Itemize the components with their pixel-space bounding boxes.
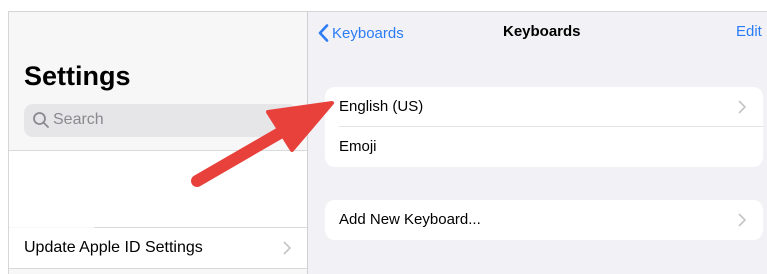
add-new-keyboard-label: Add New Keyboard...	[339, 211, 481, 228]
edit-button[interactable]: Edit	[736, 23, 762, 40]
keyboard-item-label: English (US)	[339, 98, 424, 115]
sidebar-item-update-apple-id[interactable]: Update Apple ID Settings	[9, 228, 307, 268]
sidebar-item-label: Update Apple ID Settings	[24, 239, 203, 256]
chevron-left-icon	[318, 24, 329, 42]
back-button[interactable]: Keyboards	[318, 22, 404, 44]
add-new-keyboard-button[interactable]: Add New Keyboard...	[325, 200, 763, 240]
search-icon	[33, 112, 49, 128]
chevron-right-icon	[283, 241, 291, 255]
sidebar-blank-area	[9, 151, 307, 227]
keyboards-list: English (US) Emoji	[325, 87, 763, 167]
sidebar: Settings Search Update Apple ID Settings	[9, 12, 307, 274]
sidebar-divider	[9, 268, 307, 269]
microphone-icon[interactable]	[280, 111, 292, 130]
search-placeholder: Search	[53, 111, 104, 128]
keyboard-item-label: Emoji	[339, 138, 377, 155]
chevron-right-icon	[738, 100, 746, 114]
keyboard-item-english-us[interactable]: English (US)	[325, 87, 763, 127]
search-input[interactable]: Search	[24, 104, 297, 137]
keyboards-pane: Keyboards Keyboards Edit English (US) Em…	[308, 12, 767, 274]
add-keyboard-group: Add New Keyboard...	[325, 200, 763, 240]
settings-window: Settings Search Update Apple ID Settings	[8, 11, 767, 274]
page-title: Keyboards	[503, 23, 581, 40]
sidebar-title: Settings	[24, 61, 131, 91]
back-button-label: Keyboards	[332, 24, 404, 42]
chevron-right-icon	[738, 213, 746, 227]
keyboard-item-emoji[interactable]: Emoji	[325, 127, 763, 167]
